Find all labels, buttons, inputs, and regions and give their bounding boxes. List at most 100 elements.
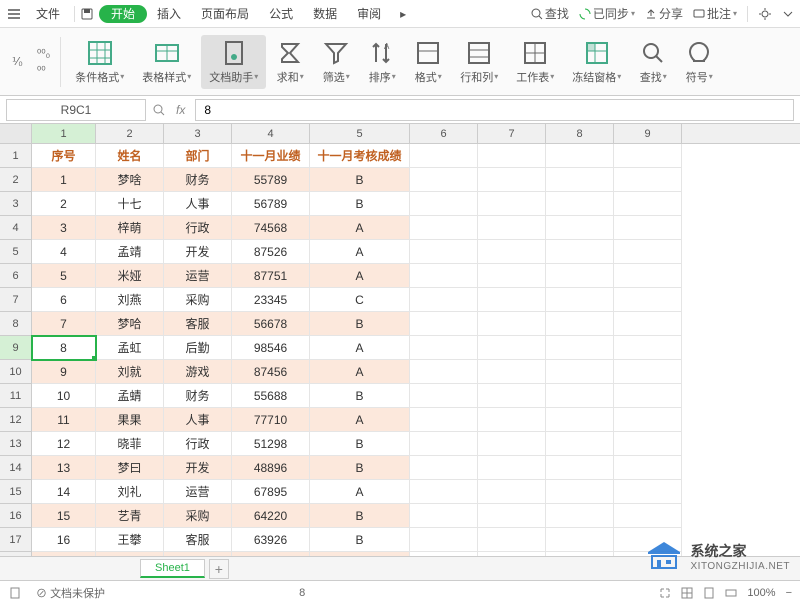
cell[interactable]: 财务 bbox=[164, 168, 232, 192]
cell[interactable]: 晓菲 bbox=[96, 432, 164, 456]
cell[interactable] bbox=[478, 288, 546, 312]
cell[interactable]: 人事 bbox=[164, 408, 232, 432]
cell[interactable] bbox=[546, 144, 614, 168]
cell[interactable] bbox=[410, 480, 478, 504]
col-header[interactable]: 1 bbox=[32, 124, 96, 143]
cell[interactable] bbox=[546, 288, 614, 312]
ribbon-search[interactable]: 查找▾ bbox=[631, 35, 675, 89]
cell[interactable] bbox=[614, 456, 682, 480]
name-box[interactable]: R9C1 bbox=[6, 99, 146, 121]
cell[interactable] bbox=[546, 168, 614, 192]
col-header[interactable]: 2 bbox=[96, 124, 164, 143]
cell[interactable]: 刘燕 bbox=[96, 288, 164, 312]
cell[interactable]: 63926 bbox=[232, 528, 310, 552]
decimal-decrease[interactable]: ⁰⁰ bbox=[37, 64, 50, 77]
cell[interactable] bbox=[410, 456, 478, 480]
cell[interactable] bbox=[410, 168, 478, 192]
hamburger-icon[interactable] bbox=[6, 6, 22, 22]
cell[interactable] bbox=[410, 432, 478, 456]
spreadsheet-grid[interactable]: 123456789 1序号姓名部门十一月业绩十一月考核成绩21梦啥财务55789… bbox=[0, 124, 800, 556]
ribbon-grid[interactable]: 条件格式▾ bbox=[67, 35, 132, 89]
cell[interactable]: 行政 bbox=[164, 216, 232, 240]
ribbon-rowcol[interactable]: 行和列▾ bbox=[452, 35, 506, 89]
cell[interactable]: 部门 bbox=[164, 144, 232, 168]
cell[interactable] bbox=[478, 192, 546, 216]
cell[interactable]: B bbox=[310, 432, 410, 456]
cell[interactable]: 3 bbox=[32, 216, 96, 240]
row-header[interactable]: 3 bbox=[0, 192, 32, 216]
cell[interactable]: 6 bbox=[32, 288, 96, 312]
zoom-level[interactable]: 100% bbox=[747, 587, 775, 599]
cell[interactable] bbox=[410, 192, 478, 216]
cell[interactable] bbox=[410, 240, 478, 264]
cell[interactable] bbox=[478, 552, 546, 556]
cell[interactable] bbox=[546, 360, 614, 384]
view-fullscreen-icon[interactable] bbox=[659, 587, 671, 599]
cell[interactable] bbox=[614, 288, 682, 312]
cell[interactable] bbox=[614, 264, 682, 288]
cell[interactable]: 87456 bbox=[232, 360, 310, 384]
menu-tab-4[interactable]: 数据 bbox=[303, 4, 347, 24]
cell[interactable] bbox=[546, 552, 614, 556]
share-button[interactable]: 分享 bbox=[645, 5, 683, 22]
fx-label[interactable]: fx bbox=[172, 103, 189, 117]
zoom-out[interactable]: − bbox=[786, 587, 792, 599]
view-page-icon[interactable] bbox=[703, 587, 715, 599]
row-header[interactable]: 12 bbox=[0, 408, 32, 432]
cell[interactable] bbox=[546, 456, 614, 480]
cell[interactable] bbox=[410, 336, 478, 360]
cell[interactable]: B bbox=[310, 168, 410, 192]
cell[interactable]: 4 bbox=[32, 240, 96, 264]
cell[interactable]: 98546 bbox=[232, 336, 310, 360]
search-fx-icon[interactable] bbox=[152, 103, 166, 117]
cell[interactable] bbox=[546, 432, 614, 456]
cell[interactable]: 23345 bbox=[232, 288, 310, 312]
cell[interactable] bbox=[410, 216, 478, 240]
cell[interactable]: B bbox=[310, 456, 410, 480]
cell[interactable] bbox=[478, 144, 546, 168]
cell[interactable]: 9 bbox=[32, 360, 96, 384]
select-all-corner[interactable] bbox=[0, 124, 32, 143]
collapse-ribbon-icon[interactable] bbox=[782, 8, 794, 20]
cell[interactable]: 梦哈 bbox=[96, 312, 164, 336]
row-header[interactable]: 11 bbox=[0, 384, 32, 408]
more-menu-icon[interactable]: ▸ bbox=[395, 6, 411, 22]
cell[interactable]: 55789 bbox=[232, 168, 310, 192]
cell[interactable]: 74568 bbox=[232, 216, 310, 240]
cell[interactable] bbox=[546, 504, 614, 528]
cell[interactable] bbox=[546, 312, 614, 336]
cell[interactable]: 财务 bbox=[164, 384, 232, 408]
cell[interactable]: 48896 bbox=[232, 456, 310, 480]
cell[interactable] bbox=[410, 312, 478, 336]
cell[interactable]: 开发 bbox=[164, 240, 232, 264]
cell[interactable]: 游戏 bbox=[164, 360, 232, 384]
decimal-increase[interactable]: ⁰⁰₀ bbox=[37, 47, 50, 60]
cell[interactable] bbox=[546, 192, 614, 216]
cell[interactable] bbox=[614, 312, 682, 336]
add-sheet-button[interactable]: + bbox=[209, 559, 229, 579]
cell[interactable] bbox=[410, 528, 478, 552]
cell[interactable]: B bbox=[310, 384, 410, 408]
cell[interactable] bbox=[546, 528, 614, 552]
comment-button[interactable]: 批注▾ bbox=[693, 5, 737, 22]
cell[interactable]: B bbox=[310, 552, 410, 556]
cell[interactable] bbox=[614, 360, 682, 384]
row-header[interactable]: 8 bbox=[0, 312, 32, 336]
protect-status[interactable]: ⊘ 文档未保护 bbox=[36, 585, 105, 601]
cell[interactable]: 2 bbox=[32, 192, 96, 216]
cell[interactable] bbox=[478, 408, 546, 432]
cell[interactable]: B bbox=[310, 504, 410, 528]
cell[interactable]: 梦啥 bbox=[96, 168, 164, 192]
cell[interactable]: 5 bbox=[32, 264, 96, 288]
cell[interactable] bbox=[614, 144, 682, 168]
sync-status[interactable]: 已同步▾ bbox=[579, 5, 635, 22]
cell[interactable]: 87526 bbox=[232, 240, 310, 264]
cell[interactable] bbox=[546, 336, 614, 360]
cell[interactable]: 10 bbox=[32, 384, 96, 408]
row-header[interactable]: 14 bbox=[0, 456, 32, 480]
cell[interactable] bbox=[410, 384, 478, 408]
cell[interactable]: 7 bbox=[32, 312, 96, 336]
row-header[interactable]: 9 bbox=[0, 336, 32, 360]
col-header[interactable]: 3 bbox=[164, 124, 232, 143]
cell[interactable]: A bbox=[310, 480, 410, 504]
